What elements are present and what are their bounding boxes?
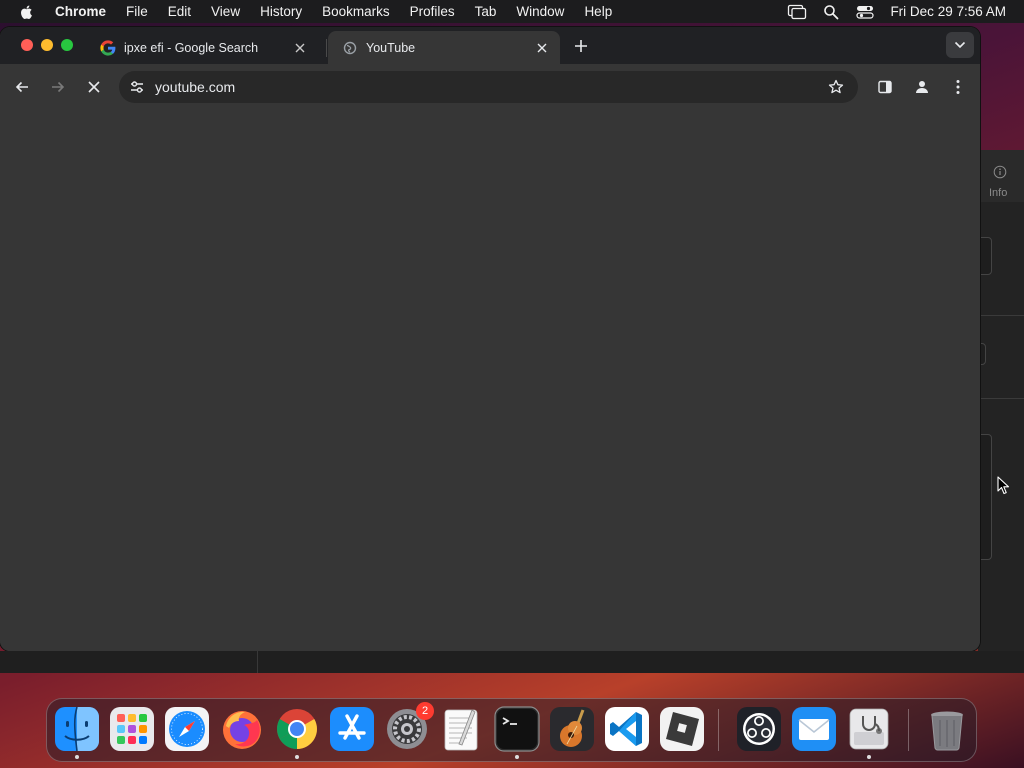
window-zoom-button[interactable] xyxy=(61,39,73,51)
running-indicator xyxy=(295,755,299,759)
roblox-icon xyxy=(660,707,704,751)
menu-bar-clock[interactable]: Fri Dec 29 7:56 AM xyxy=(890,4,1006,19)
firefox-icon xyxy=(223,711,261,749)
info-tab[interactable]: Info xyxy=(978,150,1024,202)
running-indicator xyxy=(515,755,519,759)
divider xyxy=(978,398,1024,399)
menu-help[interactable]: Help xyxy=(574,0,622,23)
trash-icon xyxy=(931,711,963,751)
new-tab-icon[interactable] xyxy=(572,37,590,55)
textedit-icon xyxy=(444,709,478,751)
address-bar-url[interactable]: youtube.com xyxy=(155,79,826,95)
menu-window[interactable]: Window xyxy=(506,0,574,23)
divider xyxy=(257,651,258,673)
chrome-window: ipxe efi - Google Search YouTube youtube… xyxy=(0,27,980,651)
google-icon xyxy=(100,39,116,56)
control-center-icon[interactable] xyxy=(854,4,876,20)
menu-edit[interactable]: Edit xyxy=(158,0,201,23)
terminal-icon xyxy=(494,706,540,752)
forward-arrow-icon[interactable] xyxy=(47,76,69,98)
tab-title: ipxe efi - Google Search xyxy=(124,40,259,55)
menu-profiles[interactable]: Profiles xyxy=(400,0,465,23)
info-icon xyxy=(993,165,1007,179)
tab-youtube[interactable]: YouTube xyxy=(328,31,560,64)
browser-toolbar: youtube.com xyxy=(0,64,980,110)
menu-history[interactable]: History xyxy=(250,0,312,23)
dock-trash[interactable] xyxy=(924,706,970,752)
menu-bookmarks[interactable]: Bookmarks xyxy=(312,0,400,23)
profile-avatar-icon[interactable] xyxy=(911,76,933,98)
screen-mirroring-icon[interactable] xyxy=(786,4,808,20)
dock-garageband[interactable] xyxy=(549,706,595,752)
dock-system-settings[interactable]: 2 xyxy=(384,702,434,752)
dock-firefox[interactable] xyxy=(219,706,265,752)
menu-bar: Chrome File Edit View History Bookmarks … xyxy=(0,0,1024,23)
apple-menu-icon[interactable] xyxy=(19,4,35,20)
dock-vscode[interactable] xyxy=(604,706,650,752)
obs-icon xyxy=(737,707,781,751)
vscode-icon xyxy=(605,707,649,751)
chrome-menu-kebab-icon[interactable] xyxy=(947,76,969,98)
menu-file[interactable]: File xyxy=(116,0,158,23)
window-minimize-button[interactable] xyxy=(41,39,53,51)
dock-launchpad[interactable] xyxy=(109,706,155,752)
dock-app-store[interactable] xyxy=(329,706,375,752)
bookmark-star-icon[interactable] xyxy=(826,77,846,97)
dock-terminal[interactable] xyxy=(494,706,540,759)
tab-google-search[interactable]: ipxe efi - Google Search xyxy=(86,31,318,64)
page-content-loading[interactable] xyxy=(0,110,980,651)
tab-separator xyxy=(326,39,327,57)
tab-title: YouTube xyxy=(366,40,416,55)
dock: 2 xyxy=(46,698,977,762)
disk-utility-icon xyxy=(849,708,889,750)
dock-disk-utility[interactable] xyxy=(846,706,892,759)
window-close-button[interactable] xyxy=(21,39,33,51)
notification-badge: 2 xyxy=(416,702,434,720)
dock-roblox[interactable] xyxy=(659,706,705,752)
background-window-strip xyxy=(0,651,1024,673)
chrome-icon xyxy=(277,709,317,749)
back-arrow-icon[interactable] xyxy=(11,76,33,98)
safari-icon xyxy=(165,707,209,751)
tab-close-icon[interactable] xyxy=(534,40,550,56)
dock-textedit[interactable] xyxy=(439,706,485,752)
mouse-pointer-icon xyxy=(997,476,1011,496)
running-indicator xyxy=(867,755,871,759)
spotlight-search-icon[interactable] xyxy=(820,4,842,20)
dock-safari[interactable] xyxy=(164,706,210,752)
garageband-icon xyxy=(550,707,594,751)
dock-separator xyxy=(718,709,719,751)
launchpad-icon xyxy=(110,707,154,751)
menu-tab[interactable]: Tab xyxy=(465,0,507,23)
background-app-window: Info xyxy=(958,150,1024,670)
tab-close-icon[interactable] xyxy=(292,40,308,56)
tab-strip: ipxe efi - Google Search YouTube xyxy=(0,27,980,64)
stop-loading-icon[interactable] xyxy=(83,76,105,98)
divider xyxy=(978,315,1024,316)
dock-separator xyxy=(908,709,909,751)
dock-google-chrome[interactable] xyxy=(274,706,320,759)
status-area: Fri Dec 29 7:56 AM xyxy=(780,0,1024,23)
menu-app-name[interactable]: Chrome xyxy=(45,0,116,23)
address-bar[interactable]: youtube.com xyxy=(119,71,858,103)
side-panel-icon[interactable] xyxy=(874,76,896,98)
running-indicator xyxy=(75,755,79,759)
dock-obs[interactable] xyxy=(736,706,782,752)
info-tab-label: Info xyxy=(989,187,1008,199)
finder-icon xyxy=(55,706,99,752)
tab-search-chevron-down-icon[interactable] xyxy=(946,32,974,58)
mail-icon xyxy=(792,707,836,751)
dock-finder[interactable] xyxy=(54,706,100,759)
dock-mail[interactable] xyxy=(791,706,837,752)
app-store-icon xyxy=(330,707,374,751)
site-settings-tune-icon[interactable] xyxy=(127,77,147,97)
menu-view[interactable]: View xyxy=(201,0,250,23)
loading-globe-icon xyxy=(342,40,358,56)
